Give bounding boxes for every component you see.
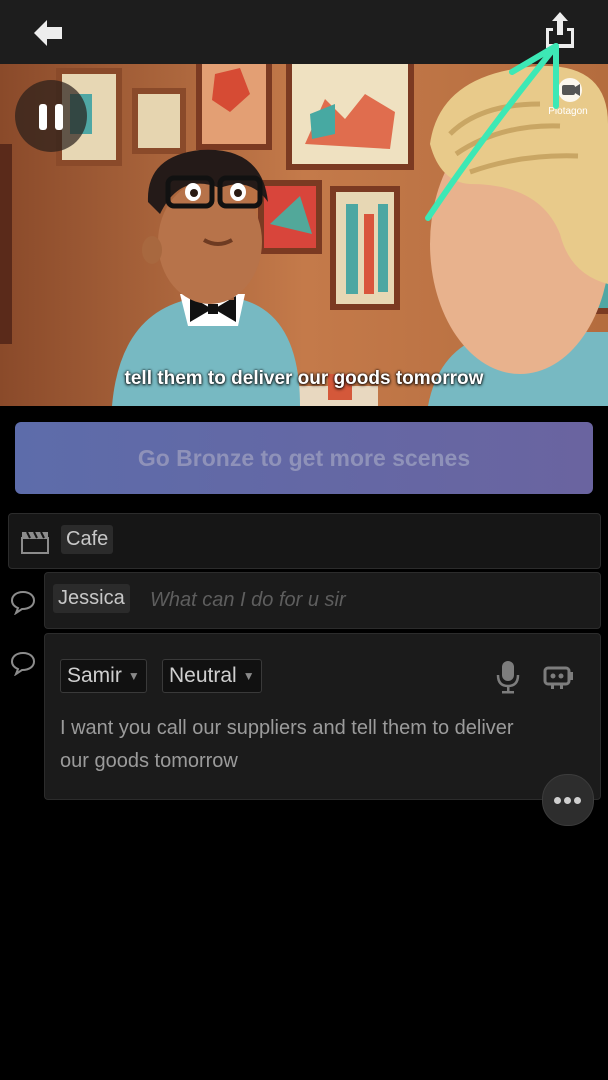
dialogue-line-jessica[interactable]: Jessica What can I do for u sir [44,572,601,629]
more-icon [564,797,571,804]
upgrade-button[interactable]: Go Bronze to get more scenes [15,422,593,494]
pause-icon [55,104,63,130]
mood-value: Neutral [169,664,237,687]
subtitle-text: tell them to deliver our goods tomorrow [124,368,484,389]
more-button[interactable] [542,774,594,826]
share-icon [546,12,574,48]
speech-bubble-icon [10,651,36,676]
speech-bubble-icon [10,590,36,615]
chevron-down-icon: ▼ [242,669,255,684]
camera-icon[interactable] [543,664,575,690]
pause-icon [39,104,47,130]
dialogue-text[interactable]: I want you call our suppliers and tell t… [60,712,540,778]
watermark-label: Plotagon [548,106,588,117]
mood-dropdown[interactable]: Neutral ▼ [162,659,262,693]
speaker-value: Samir [67,664,122,687]
camera-icon [558,78,582,102]
chevron-down-icon: ▼ [127,669,140,684]
pause-button[interactable] [15,80,87,152]
back-button[interactable] [28,14,68,52]
speaker-dropdown[interactable]: Samir ▼ [60,659,147,693]
scene-location-tag[interactable]: Cafe [61,525,114,554]
microphone-icon[interactable] [496,660,520,694]
top-bar [0,0,608,64]
speaker-tag[interactable]: Jessica [53,584,130,613]
clapperboard-icon [21,531,49,554]
dialogue-placeholder[interactable]: What can I do for u sir [150,589,346,612]
plotagon-watermark: Plotagon [540,76,596,122]
more-icon [574,797,581,804]
video-preview[interactable]: Plotagon tell them to deliver our goods … [0,64,608,406]
scene-illustration [0,64,608,406]
share-button[interactable] [538,10,582,54]
more-icon [554,797,561,804]
scene-location-row[interactable]: Cafe [8,513,601,569]
arrow-left-icon [34,20,62,46]
